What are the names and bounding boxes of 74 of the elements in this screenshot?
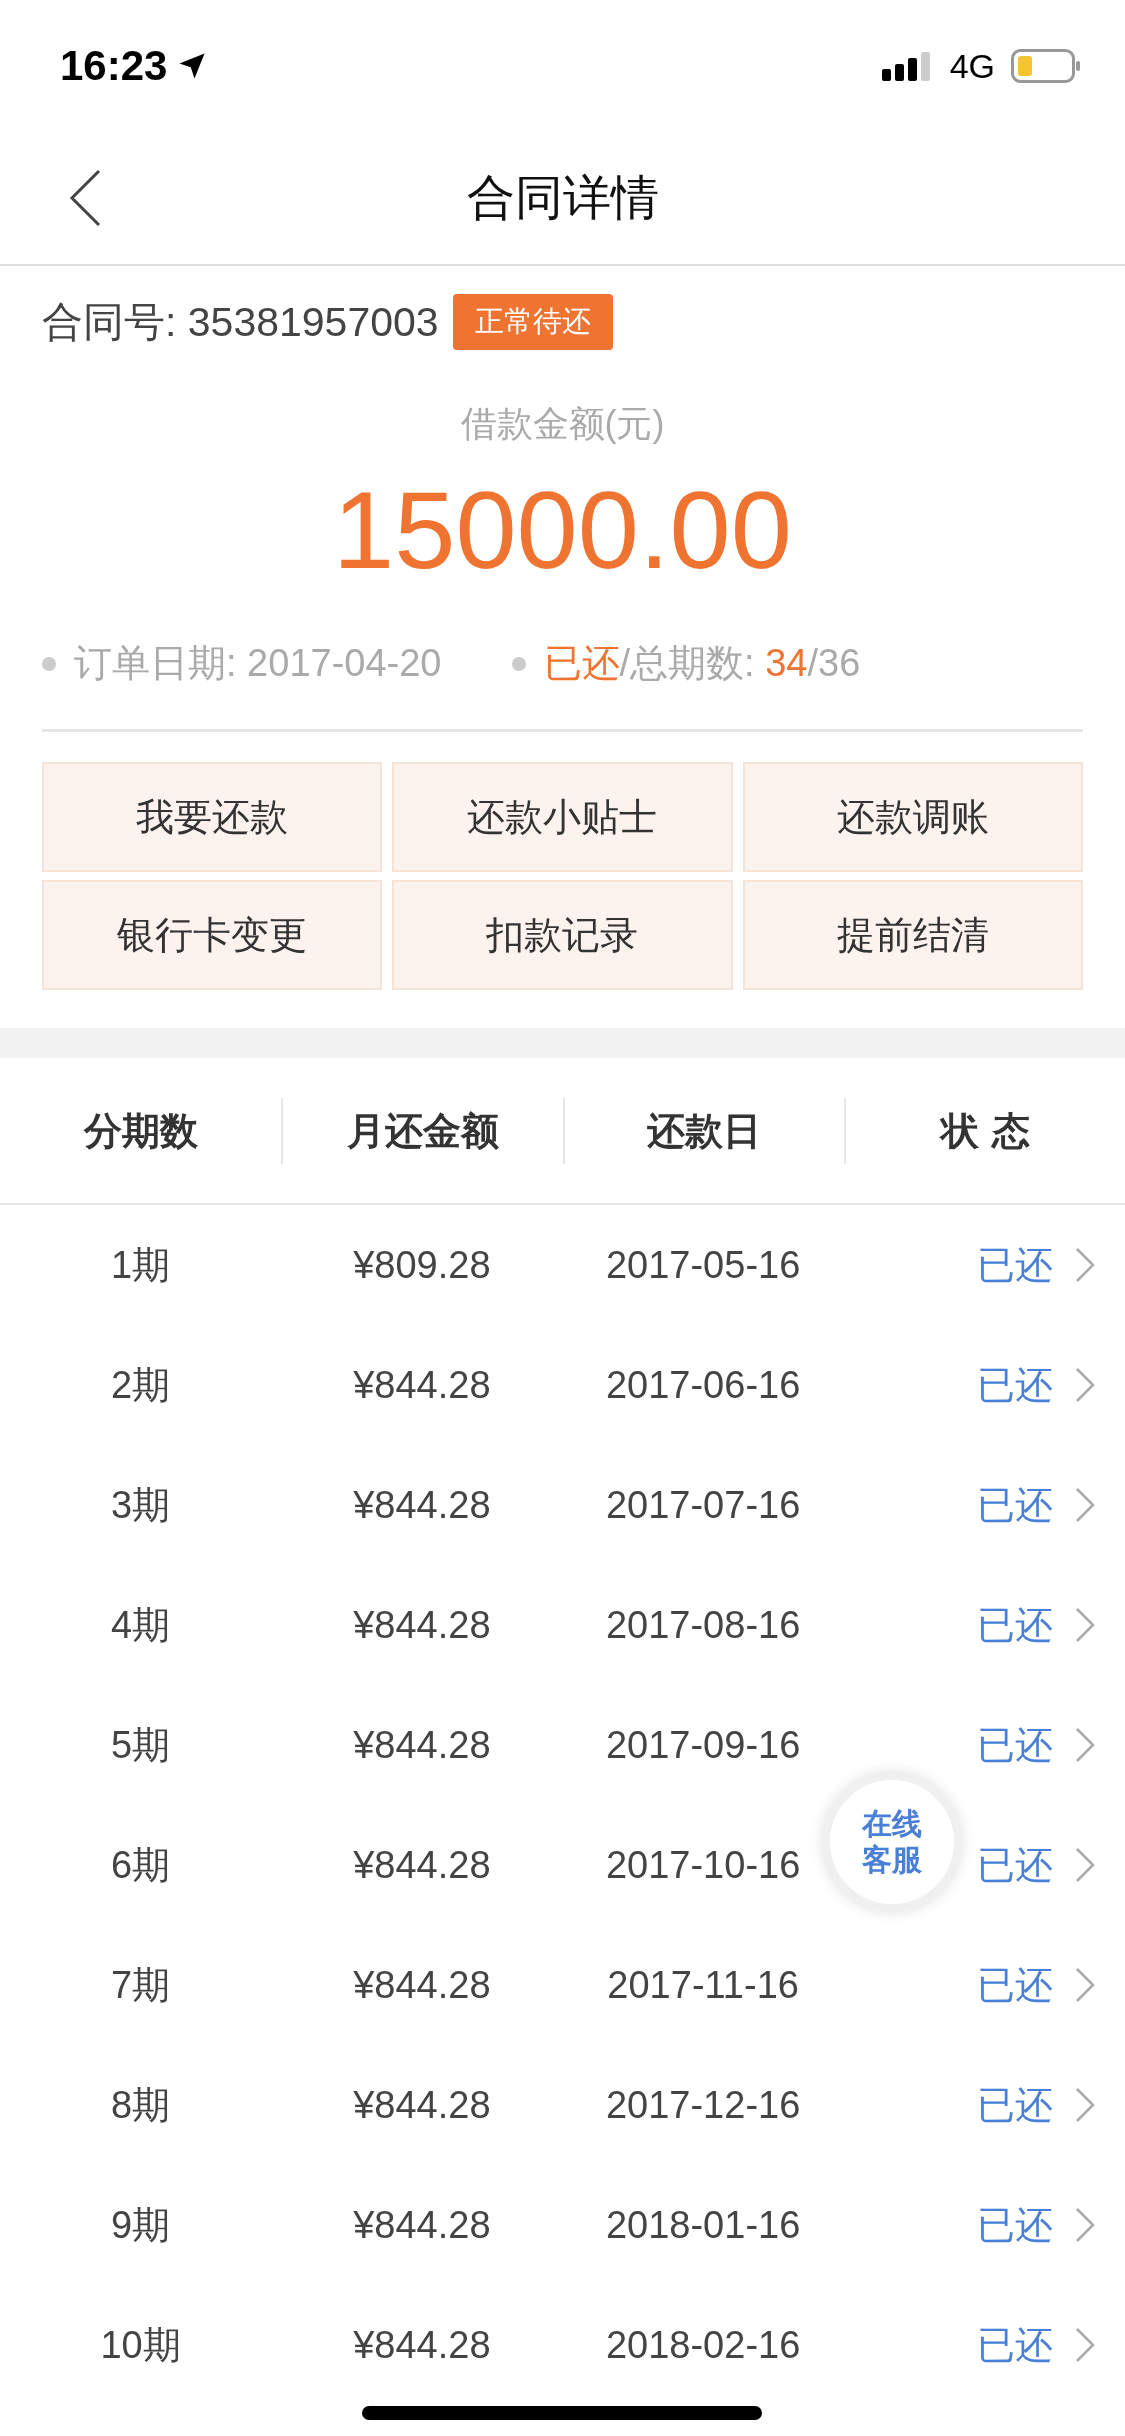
status-link[interactable]: 已还	[977, 2199, 1053, 2251]
table-cell-text: ¥844.28	[352, 2083, 492, 2127]
status-link[interactable]: 已还	[977, 1239, 1053, 1291]
bullet-dot	[511, 656, 526, 671]
table-cell-text: 2017-06-16	[604, 1363, 802, 1407]
chevron-icon	[1075, 2207, 1095, 2243]
table-cell-text: 3期	[110, 1482, 172, 1528]
table-cell-text: 2017-07-16	[604, 1483, 802, 1527]
table-cell-text: ¥844.28	[352, 2203, 492, 2247]
table-cell-text: 7期	[110, 1962, 172, 2008]
chevron-icon	[1075, 1727, 1095, 1763]
contract-number: 合同号: 35381957003	[42, 297, 439, 347]
status-link[interactable]: 已还	[977, 2079, 1053, 2131]
bullet-dot	[42, 656, 56, 671]
table-cell-text: 5期	[110, 1722, 172, 1768]
table-cell-text: 9期	[110, 2202, 172, 2248]
table-cell-text: ¥844.28	[352, 1723, 492, 1767]
column-header: 还款日	[562, 1097, 844, 1164]
chevron-icon	[1075, 1967, 1095, 2003]
table-cell-text: ¥844.28	[352, 1363, 492, 1407]
table-cell-text: 2018-02-16	[604, 2323, 802, 2367]
action-button[interactable]: 还款调账	[742, 762, 1083, 872]
chevron-icon	[1075, 1367, 1095, 1403]
table-cell-text: 8期	[110, 2082, 172, 2128]
page-title: 合同详情	[466, 168, 659, 227]
action-button[interactable]: 银行卡变更	[42, 880, 383, 990]
loan-amount: 15000.00	[332, 469, 793, 590]
column-header: 分期数	[82, 1107, 199, 1155]
chevron-icon	[1075, 2327, 1095, 2363]
column-header: 状 态	[843, 1097, 1125, 1164]
chevron-icon	[1075, 1847, 1095, 1883]
support-button[interactable]: 在线 客服	[822, 1772, 962, 1912]
table-cell-text: ¥844.28	[352, 1603, 492, 1647]
clock-time: 16:23	[60, 42, 168, 90]
table-cell-text: 2017-11-16	[606, 1963, 800, 2007]
table-cell-text: 2018-01-16	[604, 2203, 802, 2247]
table-cell-text: ¥844.28	[352, 1963, 492, 2007]
table-cell-text: 2期	[110, 1362, 172, 1408]
table-cell-text: 4期	[110, 1602, 172, 1648]
action-button[interactable]: 我要还款	[42, 762, 383, 872]
status-link[interactable]: 已还	[977, 1359, 1053, 1411]
chevron-icon	[1075, 1607, 1095, 1643]
action-button[interactable]: 扣款记录	[392, 880, 733, 990]
table-cell-text: 2017-09-16	[604, 1723, 802, 1767]
status-link[interactable]: 已还	[977, 1839, 1053, 1891]
table-cell-text: 2017-10-16	[604, 1843, 802, 1887]
action-button[interactable]: 提前结清	[742, 880, 1083, 990]
table-cell-text: 10期	[99, 2322, 182, 2368]
table-cell-text: ¥844.28	[352, 1483, 492, 1527]
status-tag: 正常待还	[452, 294, 613, 350]
status-link[interactable]: 已还	[977, 1479, 1053, 1531]
status-link[interactable]: 已还	[977, 1599, 1053, 1651]
status-link[interactable]: 已还	[977, 1719, 1053, 1771]
table-cell-text: 6期	[110, 1842, 172, 1888]
status-link[interactable]: 已还	[977, 1959, 1053, 2011]
status-link[interactable]: 已还	[977, 2319, 1053, 2371]
chevron-icon	[1075, 1487, 1095, 1523]
amount-label: 借款金额(元)	[459, 402, 666, 446]
table-cell-text: 2017-05-16	[604, 1243, 802, 1287]
table-cell-text: 1期	[110, 1242, 172, 1288]
battery-icon	[1011, 49, 1081, 83]
table-cell-text: 2017-08-16	[604, 1603, 802, 1647]
table-cell-text: ¥809.28	[352, 1243, 492, 1287]
table-cell-text: 2017-12-16	[604, 2083, 802, 2127]
chevron-icon	[1075, 1247, 1095, 1283]
info-text: 已还/总期数: 34/36	[543, 641, 861, 686]
info-text: 订单日期: 2017-04-20	[74, 641, 442, 686]
back-icon[interactable]	[68, 169, 102, 227]
network-label: 4G	[949, 46, 995, 86]
column-header: 月还金额	[281, 1097, 563, 1164]
chevron-icon	[1075, 2087, 1095, 2123]
action-button[interactable]: 还款小贴士	[392, 762, 733, 872]
table-cell-text: ¥844.28	[352, 1843, 492, 1887]
table-cell-text: ¥844.28	[352, 2323, 492, 2367]
